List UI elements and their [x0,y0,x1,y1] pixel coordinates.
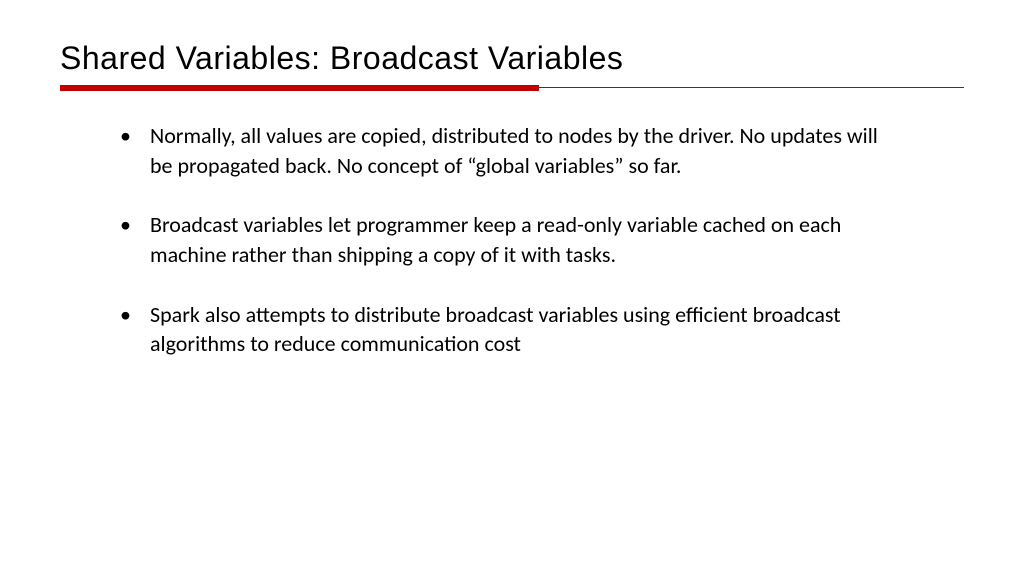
rule-thick [60,85,539,91]
list-item: Normally, all values are copied, distrib… [120,121,884,180]
list-item: Broadcast variables let programmer keep … [120,210,884,269]
list-item: Spark also attempts to distribute broadc… [120,300,884,359]
title-rule [60,85,964,91]
slide-title: Shared Variables: Broadcast Variables [60,40,964,77]
slide-content: Normally, all values are copied, distrib… [60,121,964,359]
bullet-list: Normally, all values are copied, distrib… [120,121,884,359]
